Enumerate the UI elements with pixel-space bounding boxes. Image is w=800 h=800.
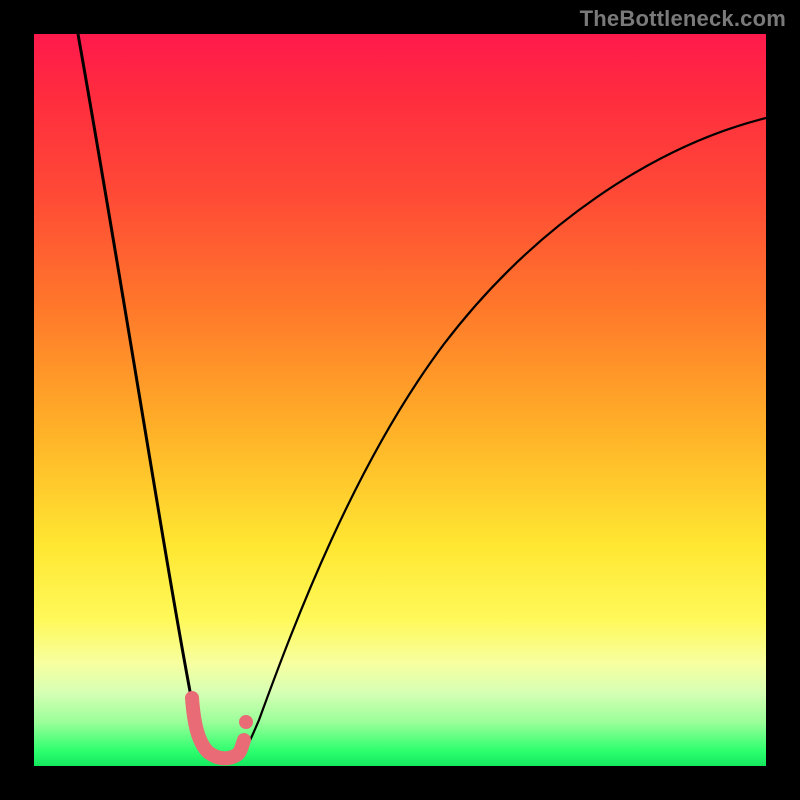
watermark-text: TheBottleneck.com xyxy=(580,6,786,32)
chart-frame: TheBottleneck.com xyxy=(0,0,800,800)
left-curve xyxy=(78,34,212,756)
pink-bottom-arc xyxy=(192,698,244,758)
curve-layer xyxy=(34,34,766,766)
right-curve xyxy=(242,118,766,754)
pink-right-dot xyxy=(239,715,253,729)
plot-area xyxy=(34,34,766,766)
